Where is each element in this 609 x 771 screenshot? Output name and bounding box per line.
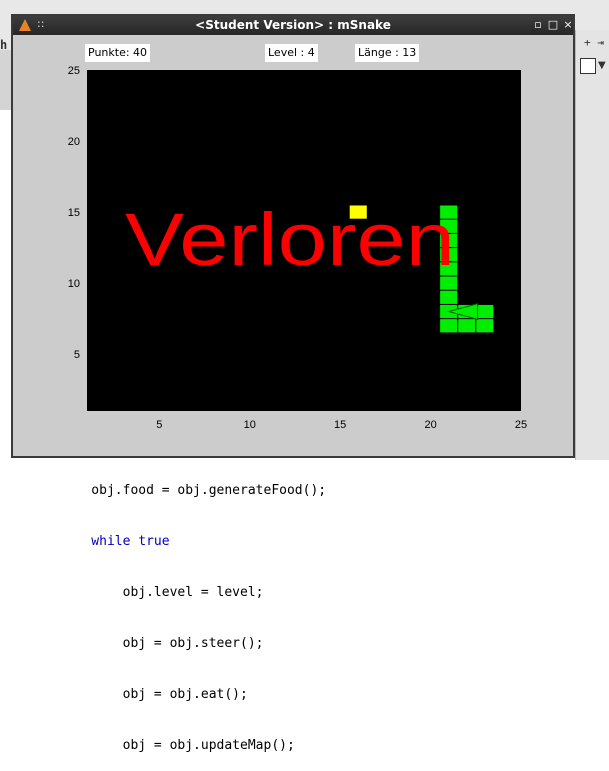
code-line: obj.level = level; [60, 585, 264, 600]
code-line-while: while true [60, 533, 600, 550]
code-editor[interactable]: obj.food = obj.generateFood(); while tru… [60, 448, 600, 771]
snake-segment [440, 319, 458, 333]
snake-segment [476, 304, 494, 319]
x-tick-label: 5 [156, 419, 162, 431]
x-tick-label: 15 [334, 419, 346, 431]
editor-right-panel [575, 30, 609, 460]
y-tick-label: 10 [68, 278, 80, 290]
editor-right-icons[interactable]: + ⇥ [584, 36, 604, 49]
x-tick-label: 20 [424, 419, 436, 431]
snake-segment [440, 290, 458, 304]
y-tick-label: 25 [68, 65, 80, 77]
code-line: obj = obj.updateMap(); [60, 738, 295, 753]
game-over-message: Verloren [125, 198, 455, 281]
code-line: obj.food = obj.generateFood(); [60, 483, 327, 498]
editor-dropdown-box[interactable] [580, 58, 596, 74]
code-line: obj = obj.steer(); [60, 636, 264, 651]
keyword-while: while [60, 534, 131, 549]
y-tick-label: 15 [68, 207, 80, 219]
figure-window[interactable]: :: <Student Version> : mSnake ▫ □ × Punk… [11, 14, 575, 458]
y-tick-label: 20 [68, 136, 80, 148]
code-line: obj = obj.eat(); [60, 687, 248, 702]
snake-segment [458, 319, 476, 333]
x-tick-label: 10 [244, 419, 256, 431]
snake-segment [476, 319, 494, 333]
game-plot: 5 10 15 20 25 5 10 15 20 25 Verloren [68, 65, 527, 431]
y-tick-label: 5 [74, 349, 80, 361]
keyword-true: true [130, 534, 170, 549]
x-tick-label: 25 [515, 419, 527, 431]
chevron-down-icon[interactable]: ▼ [598, 60, 606, 71]
